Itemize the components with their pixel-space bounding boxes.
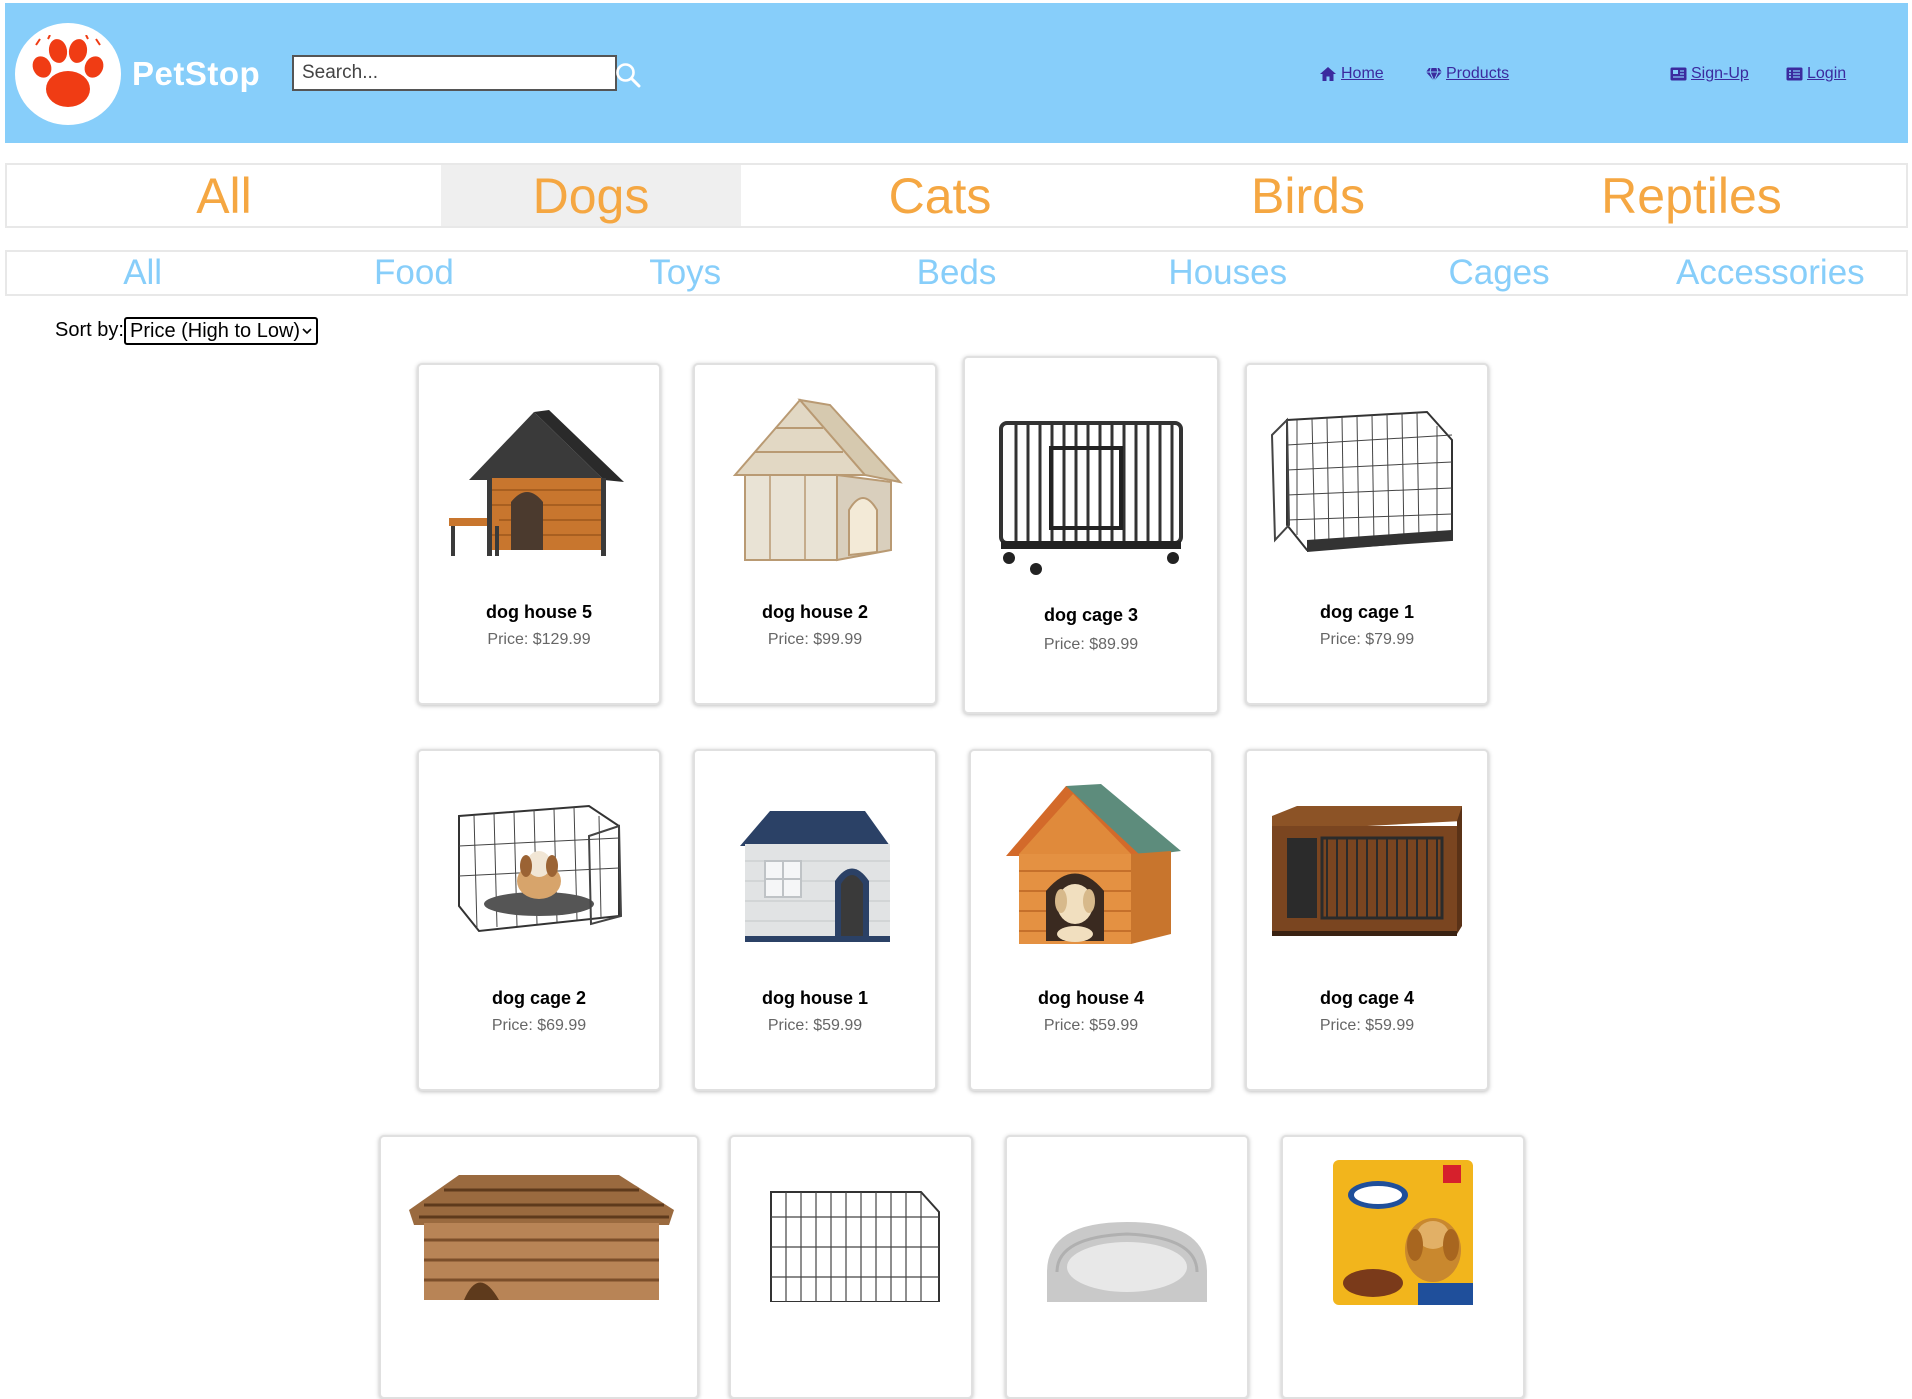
nav-home-link[interactable]: Home [1319,65,1384,83]
home-icon [1320,67,1336,81]
search-button[interactable] [615,62,641,93]
pet-type-tabs: All Dogs Cats Birds Reptiles [5,163,1908,228]
tab-category-houses[interactable]: Houses [1092,252,1363,294]
tab-pet-dogs[interactable]: Dogs [441,165,741,226]
product-card[interactable]: dog house 5 Price: $129.99 [417,363,661,705]
product-price: Price: $59.99 [1043,1017,1139,1034]
product-price: Price: $129.99 [487,631,591,648]
product-card[interactable]: dog cage 1 Price: $79.99 [1245,363,1489,705]
tab-category-all[interactable]: All [7,252,278,294]
product-card[interactable]: dog cage 2 Price: $69.99 [417,749,661,1091]
product-price: Price: $59.99 [767,1017,863,1034]
search-icon [616,63,641,88]
gem-icon [1426,67,1442,81]
tab-pet-birds[interactable]: Birds [1139,165,1477,226]
product-card[interactable]: dog cage 4 Price: $59.99 [1245,749,1489,1091]
tab-pet-cats[interactable]: Cats [741,165,1139,226]
brand-name[interactable]: PetStop [132,55,260,93]
dog-house-image [1006,784,1181,944]
tab-pet-reptiles[interactable]: Reptiles [1477,165,1906,226]
tab-category-beds[interactable]: Beds [821,252,1092,294]
product-price: Price: $89.99 [1043,636,1139,653]
dog-house-image [740,811,890,942]
product-category-tabs: All Food Toys Beds Houses Cages Accessor… [5,250,1908,296]
signup-icon [1670,67,1687,81]
dog-food-bag-image [1333,1160,1473,1305]
product-name: dog house 2 [761,602,868,622]
site-header: PetStop Home Products Sign-Up [5,3,1908,143]
chevron-down-icon [302,328,312,335]
dog-cage-image [458,804,623,933]
nav-signup-label: Sign-Up [1691,65,1749,82]
dog-house-image [732,398,903,562]
nav-login-link[interactable]: Login [1786,65,1846,83]
tab-category-food[interactable]: Food [278,252,549,294]
product-card[interactable] [1281,1135,1525,1399]
nav-login-label: Login [1807,65,1847,82]
tab-category-accessories[interactable]: Accessories [1635,252,1906,294]
product-name: dog cage 3 [1043,605,1139,625]
product-name: dog house 4 [1037,988,1144,1008]
dog-cage-image [1270,410,1453,552]
dog-cage-image [1272,806,1462,936]
product-price: Price: $99.99 [767,631,863,648]
product-card[interactable]: dog house 1 Price: $59.99 [693,749,937,1091]
product-price: Price: $69.99 [491,1017,587,1034]
paw-icon [32,35,104,107]
product-name: dog cage 2 [491,988,587,1008]
sort-label: Sort by: [55,319,124,341]
search-input[interactable] [292,55,617,91]
product-name: dog cage 1 [1319,602,1415,622]
product-name: dog house 1 [761,988,868,1008]
product-card[interactable]: dog cage 3 Price: $89.99 [963,356,1219,714]
nav-signup-link[interactable]: Sign-Up [1670,65,1749,83]
product-card[interactable] [729,1135,973,1399]
nav-products-label: Products [1446,65,1510,82]
sort-selected-value: Price (High to Low) [130,319,301,342]
small-pet-house-image [409,1175,674,1300]
login-icon [1786,67,1803,81]
product-price: Price: $79.99 [1319,631,1415,648]
sort-select[interactable]: Price (High to Low) [124,317,318,345]
product-name: dog house 5 [485,602,592,622]
dog-house-image [449,410,624,556]
product-card[interactable]: dog house 4 Price: $59.99 [969,749,1213,1091]
product-card[interactable] [1005,1135,1249,1399]
tab-category-cages[interactable]: Cages [1363,252,1634,294]
tab-pet-all[interactable]: All [7,165,441,226]
product-price: Price: $59.99 [1319,1017,1415,1034]
product-card[interactable]: dog house 2 Price: $99.99 [693,363,937,705]
dog-cage-image [770,1191,940,1302]
dog-cage-image [999,421,1183,575]
dog-bed-image [1047,1222,1207,1302]
nav-home-label: Home [1341,65,1384,82]
tab-category-toys[interactable]: Toys [550,252,821,294]
product-name: dog cage 4 [1319,988,1415,1008]
logo[interactable] [15,23,121,125]
product-card[interactable] [379,1135,699,1399]
nav-products-link[interactable]: Products [1426,65,1509,83]
